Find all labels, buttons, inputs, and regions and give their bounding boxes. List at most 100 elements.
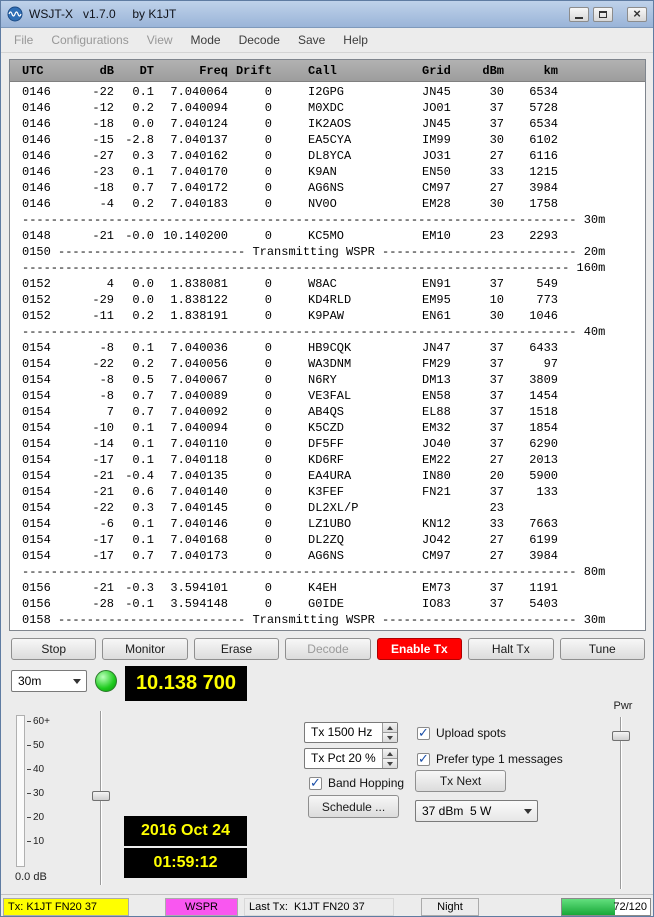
checkbox-checked-icon — [417, 753, 430, 766]
tx-next-button[interactable]: Tx Next — [415, 770, 506, 792]
col-db: dB — [70, 60, 114, 82]
tx-pct-spinner[interactable]: Tx Pct 20 % — [304, 748, 398, 769]
scale-label: 10 — [33, 836, 44, 847]
progress-label: 72/120 — [613, 899, 647, 915]
maximize-icon — [599, 11, 607, 18]
tune-button[interactable]: Tune — [560, 638, 645, 660]
chevron-down-icon — [524, 809, 532, 814]
menu-view[interactable]: View — [138, 30, 182, 50]
decode-row: 0154-80.77.0400890VE3FALEN58371454 — [10, 388, 645, 404]
chevron-down-icon — [73, 679, 81, 684]
decode-row: 0154-80.17.0400360HB9CQKJN47376433 — [10, 340, 645, 356]
decode-row: 0152-290.01.8381220KD4RLDEM9510773 — [10, 292, 645, 308]
tx-freq-value: Tx 1500 Hz — [311, 723, 372, 742]
upload-spots-label: Upload spots — [436, 726, 506, 740]
slider-handle[interactable] — [612, 731, 630, 741]
spin-up-icon[interactable] — [383, 749, 397, 759]
halt-tx-button[interactable]: Halt Tx — [468, 638, 553, 660]
decode-row: 0154-140.17.0401100DF5FFJO40376290 — [10, 436, 645, 452]
status-bar: Tx: K1JT FN20 37 WSPR Last Tx: K1JT FN20… — [1, 894, 653, 917]
tick-mark — [27, 745, 31, 746]
decode-button[interactable]: Decode — [285, 638, 370, 660]
rx-gain-slider[interactable] — [91, 707, 111, 889]
stop-button[interactable]: Stop — [11, 638, 96, 660]
close-icon: × — [633, 8, 641, 20]
power-select[interactable]: 37 dBm 5 W — [415, 800, 538, 822]
decode-row: 0146-270.37.0401620DL8YCAJO31276116 — [10, 148, 645, 164]
col-utc: UTC — [22, 60, 70, 82]
band-hopping-label: Band Hopping — [328, 776, 404, 790]
scale-label: 30 — [33, 788, 44, 799]
scale-label: 20 — [33, 812, 44, 823]
app-icon — [7, 6, 23, 22]
maximize-button[interactable] — [593, 7, 613, 22]
decode-row: 0154-21-0.47.0401350EA4URAIN80205900 — [10, 468, 645, 484]
band-hopping-checkbox[interactable]: Band Hopping — [309, 775, 404, 791]
prefer-type1-checkbox[interactable]: Prefer type 1 messages — [417, 751, 563, 767]
menu-file[interactable]: File — [5, 30, 42, 50]
monitor-button[interactable]: Monitor — [102, 638, 187, 660]
signal-meter: 60+ 50 40 30 20 10 0.0 dB — [13, 707, 89, 889]
pwr-label: Pwr — [601, 700, 645, 712]
pwr-slider[interactable] — [611, 713, 631, 893]
tick-mark — [27, 841, 31, 842]
decode-row: 0154-170.77.0401730AG6NSCM97273984 — [10, 548, 645, 564]
band-value: 30m — [18, 671, 41, 691]
tx-status: Tx: K1JT FN20 37 — [3, 898, 129, 916]
decode-row: 0156-21-0.33.5941010K4EHEM73371191 — [10, 580, 645, 596]
decode-row: 0146-15-2.87.0401370EA5CYAIM99306102 — [10, 132, 645, 148]
menu-mode[interactable]: Mode — [182, 30, 230, 50]
decode-row: 0154-170.17.0401680DL2ZQJO42276199 — [10, 532, 645, 548]
transmit-separator: 0150 -------------------------- Transmit… — [10, 244, 645, 260]
tick-mark — [27, 769, 31, 770]
decode-rows: 0146-220.17.0400640I2GPGJN453065340146-1… — [10, 82, 645, 630]
menu-help[interactable]: Help — [334, 30, 377, 50]
tx-pct-value: Tx Pct 20 % — [311, 749, 376, 768]
band-separator: ----------------------------------------… — [10, 260, 645, 276]
enable-tx-button[interactable]: Enable Tx — [377, 638, 462, 660]
tick-mark — [27, 721, 31, 722]
transmit-separator: 0158 -------------------------- Transmit… — [10, 612, 645, 628]
rx-lamp — [95, 670, 117, 692]
menu-configurations[interactable]: Configurations — [42, 30, 137, 50]
menu-save[interactable]: Save — [289, 30, 334, 50]
decode-row: 0146-40.27.0401830NV0OEM28301758 — [10, 196, 645, 212]
last-tx-status: Last Tx: K1JT FN20 37 — [244, 898, 394, 916]
decode-row: 0154-100.17.0400940K5CZDEM32371854 — [10, 420, 645, 436]
spinner-arrows[interactable] — [382, 723, 397, 742]
menu-decode[interactable]: Decode — [230, 30, 289, 50]
decode-row: 0154-220.37.0401450DL2XL/P23 — [10, 500, 645, 516]
decode-row: 0154-170.17.0401180KD6RFEM22272013 — [10, 452, 645, 468]
band-separator: ----------------------------------------… — [10, 564, 645, 580]
col-call: Call — [272, 60, 418, 82]
close-button[interactable]: × — [627, 7, 647, 22]
spin-down-icon[interactable] — [383, 759, 397, 768]
progress-fill — [562, 899, 615, 915]
spin-down-icon[interactable] — [383, 733, 397, 742]
decode-row: 0146-180.07.0401240IK2AOSJN45376534 — [10, 116, 645, 132]
schedule-button[interactable]: Schedule ... — [308, 795, 399, 818]
time-display: 01:59:12 — [124, 848, 247, 878]
spin-up-icon[interactable] — [383, 723, 397, 733]
upload-spots-checkbox[interactable]: Upload spots — [417, 725, 506, 741]
erase-button[interactable]: Erase — [194, 638, 279, 660]
decode-row: 0146-120.27.0400940M0XDCJO01375728 — [10, 100, 645, 116]
tx-freq-spinner[interactable]: Tx 1500 Hz — [304, 722, 398, 743]
decode-row: 0146-220.17.0400640I2GPGJN45306534 — [10, 84, 645, 100]
col-freq: Freq — [154, 60, 228, 82]
main-buttons: Stop Monitor Erase Decode Enable Tx Halt… — [11, 638, 645, 660]
decode-row: 0154-210.67.0401400K3FEFFN2137133 — [10, 484, 645, 500]
mode-badge: WSPR — [165, 898, 238, 916]
slider-groove — [620, 717, 622, 889]
titlebar[interactable]: WSJT-X v1.7.0 by K1JT × — [1, 1, 653, 28]
minimize-button[interactable] — [569, 7, 589, 22]
band-select[interactable]: 30m — [11, 670, 87, 692]
decode-row: 0154-80.57.0400670N6RYDM13373809 — [10, 372, 645, 388]
checkbox-checked-icon — [417, 727, 430, 740]
col-grid: Grid — [418, 60, 472, 82]
decode-row: 015240.01.8380810W8ACEN9137549 — [10, 276, 645, 292]
decode-row: 015470.77.0400920AB4QSEL88371518 — [10, 404, 645, 420]
day-night-indicator: Night — [421, 898, 479, 916]
spinner-arrows[interactable] — [382, 749, 397, 768]
slider-handle[interactable] — [92, 791, 110, 801]
